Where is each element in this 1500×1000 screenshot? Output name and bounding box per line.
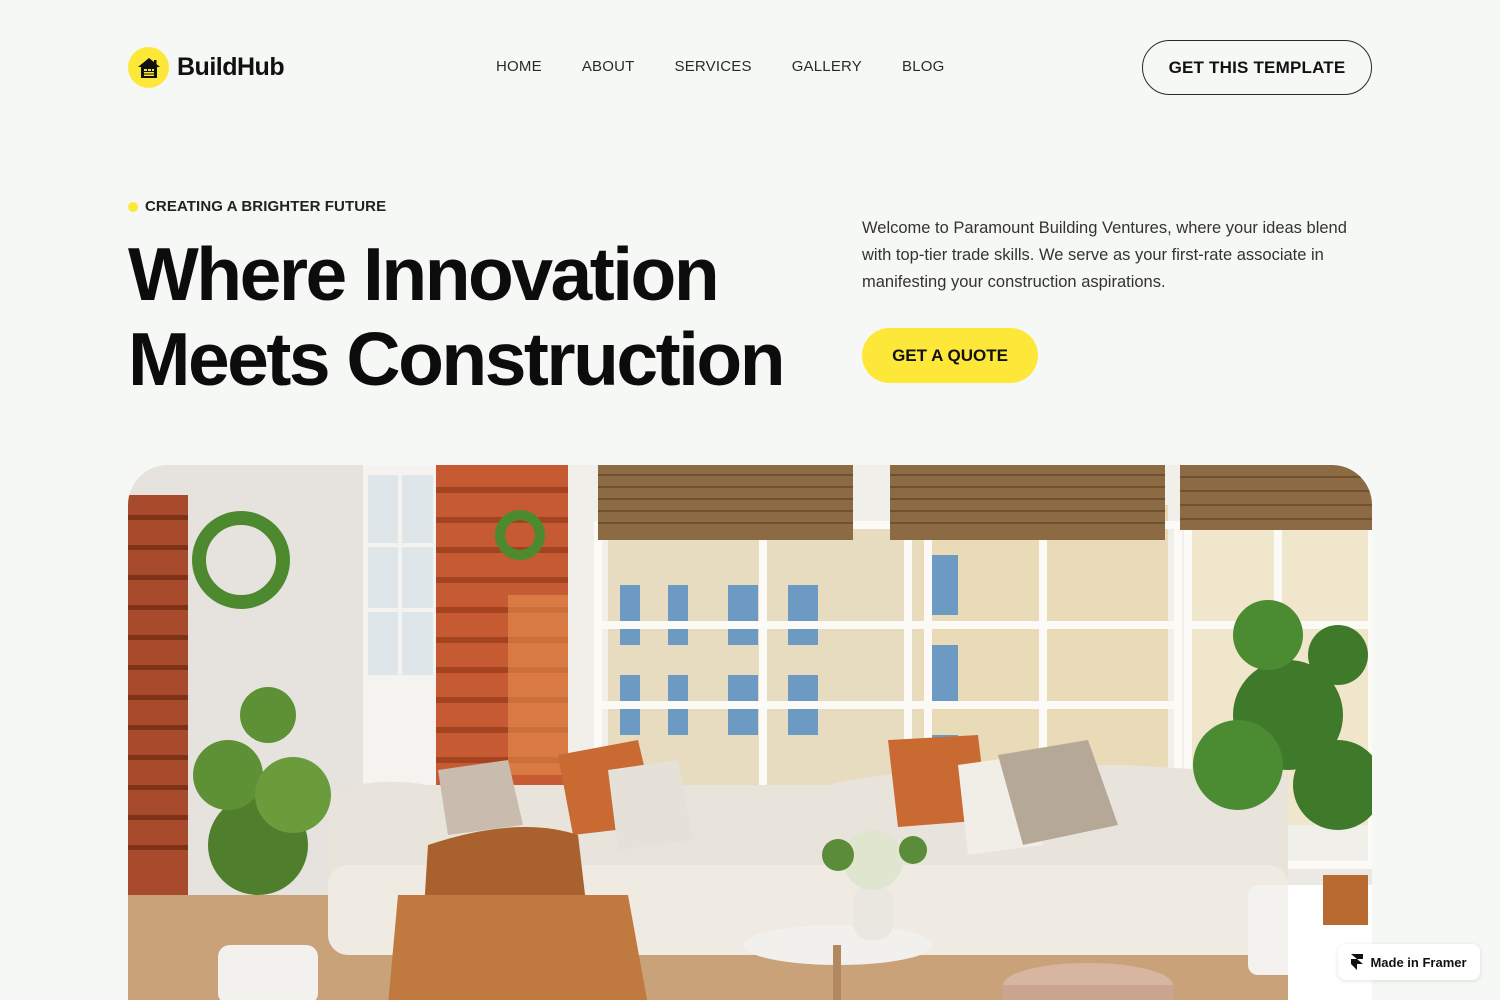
eyebrow-text: CREATING A BRIGHTER FUTURE [145, 198, 387, 215]
site-header: BuildHub HOME ABOUT SERVICES GALLERY BLO… [0, 0, 1500, 135]
nav-blog[interactable]: BLOG [902, 58, 944, 75]
nav-home[interactable]: HOME [496, 58, 542, 75]
made-in-framer-badge[interactable]: Made in Framer [1338, 944, 1480, 980]
brand-name: BuildHub [177, 53, 285, 81]
hero-eyebrow: CREATING A BRIGHTER FUTURE [128, 198, 386, 215]
house-logo-icon [128, 47, 169, 88]
nav-services[interactable]: SERVICES [675, 58, 752, 75]
main-nav: HOME ABOUT SERVICES GALLERY BLOG [496, 58, 945, 75]
headline-line-1: Where Innovation [128, 232, 720, 316]
brand-logo[interactable]: BuildHub [128, 47, 285, 88]
nav-gallery[interactable]: GALLERY [792, 58, 862, 75]
get-template-button[interactable]: GET THIS TEMPLATE [1142, 40, 1372, 95]
hero-interior-image [128, 465, 1372, 1000]
badge-label: Made in Framer [1370, 954, 1467, 970]
headline-line-2: Meets Construction [128, 317, 786, 401]
dot-icon [128, 201, 138, 212]
nav-about[interactable]: ABOUT [582, 58, 635, 75]
framer-icon [1351, 954, 1364, 970]
hero-intro: Welcome to Paramount Building Ventures, … [862, 219, 1347, 291]
hero-headline: Where Innovation Meets Construction [128, 232, 828, 402]
get-quote-button[interactable]: GET A QUOTE [862, 328, 1038, 383]
